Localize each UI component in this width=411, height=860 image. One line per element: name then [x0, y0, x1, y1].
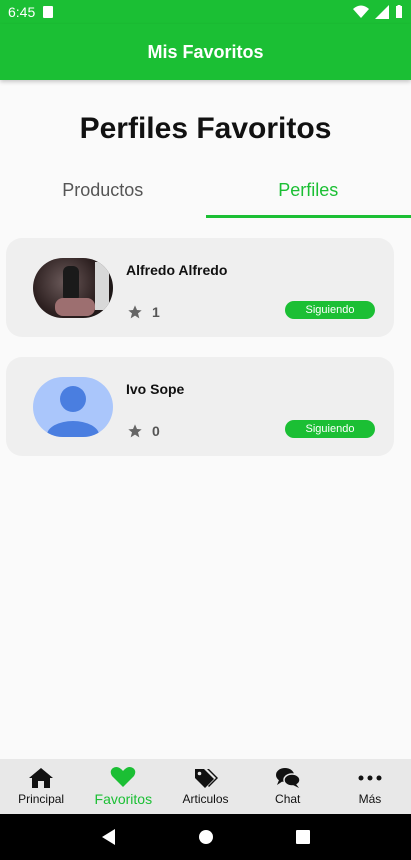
back-icon[interactable]: [101, 828, 117, 846]
nav-label: Chat: [275, 792, 301, 806]
following-button[interactable]: Siguiendo: [285, 301, 375, 319]
home-icon: [29, 768, 54, 788]
status-icons: [353, 5, 403, 19]
nav-mas[interactable]: Más: [329, 759, 411, 814]
system-navigation-bar: [0, 814, 411, 860]
app-bar-title: Mis Favoritos: [147, 41, 264, 62]
star-icon: [128, 305, 142, 319]
app-bar: Mis Favoritos: [0, 24, 411, 80]
heart-icon: [111, 767, 136, 787]
profile-card[interactable]: Alfredo Alfredo 1 Siguiendo: [6, 238, 394, 337]
nav-label: Articulos: [182, 792, 229, 806]
home-circle-icon[interactable]: [198, 829, 214, 845]
avatar: [33, 258, 113, 318]
status-bar: 6:45: [0, 0, 411, 24]
recents-icon[interactable]: [295, 829, 311, 845]
tags-icon: [194, 769, 218, 788]
nav-label: Más: [358, 792, 382, 806]
more-icon: [358, 775, 382, 781]
following-button[interactable]: Siguiendo: [285, 420, 375, 438]
bottom-navigation: Principal Favoritos Articulos Chat Más: [0, 759, 411, 814]
nav-principal[interactable]: Principal: [0, 759, 82, 814]
tab-bar: Productos Perfiles: [0, 170, 411, 218]
signal-icon: [375, 5, 389, 19]
battery-icon: [396, 5, 402, 18]
wifi-icon: [353, 5, 369, 18]
default-person-icon: [47, 386, 99, 437]
page-title: Perfiles Favoritos: [79, 112, 332, 145]
nav-favoritos[interactable]: Favoritos: [82, 759, 164, 814]
rating-count: 1: [152, 304, 160, 320]
avatar: [33, 377, 113, 437]
star-icon: [128, 424, 142, 438]
profile-name: Ivo Sope: [126, 381, 185, 397]
status-time: 6:45: [8, 4, 36, 20]
nav-label: Favoritos: [94, 791, 153, 807]
nav-articulos[interactable]: Articulos: [164, 759, 246, 814]
profile-name: Alfredo Alfredo: [126, 262, 228, 278]
sd-card-icon: [43, 6, 54, 18]
nav-chat[interactable]: Chat: [247, 759, 329, 814]
chat-icon: [275, 768, 301, 788]
rating-count: 0: [152, 423, 160, 439]
profile-card[interactable]: Ivo Sope 0 Siguiendo: [6, 357, 394, 456]
tab-perfiles[interactable]: Perfiles: [205, 170, 411, 218]
nav-label: Principal: [18, 792, 65, 806]
tab-productos[interactable]: Productos: [0, 170, 206, 218]
